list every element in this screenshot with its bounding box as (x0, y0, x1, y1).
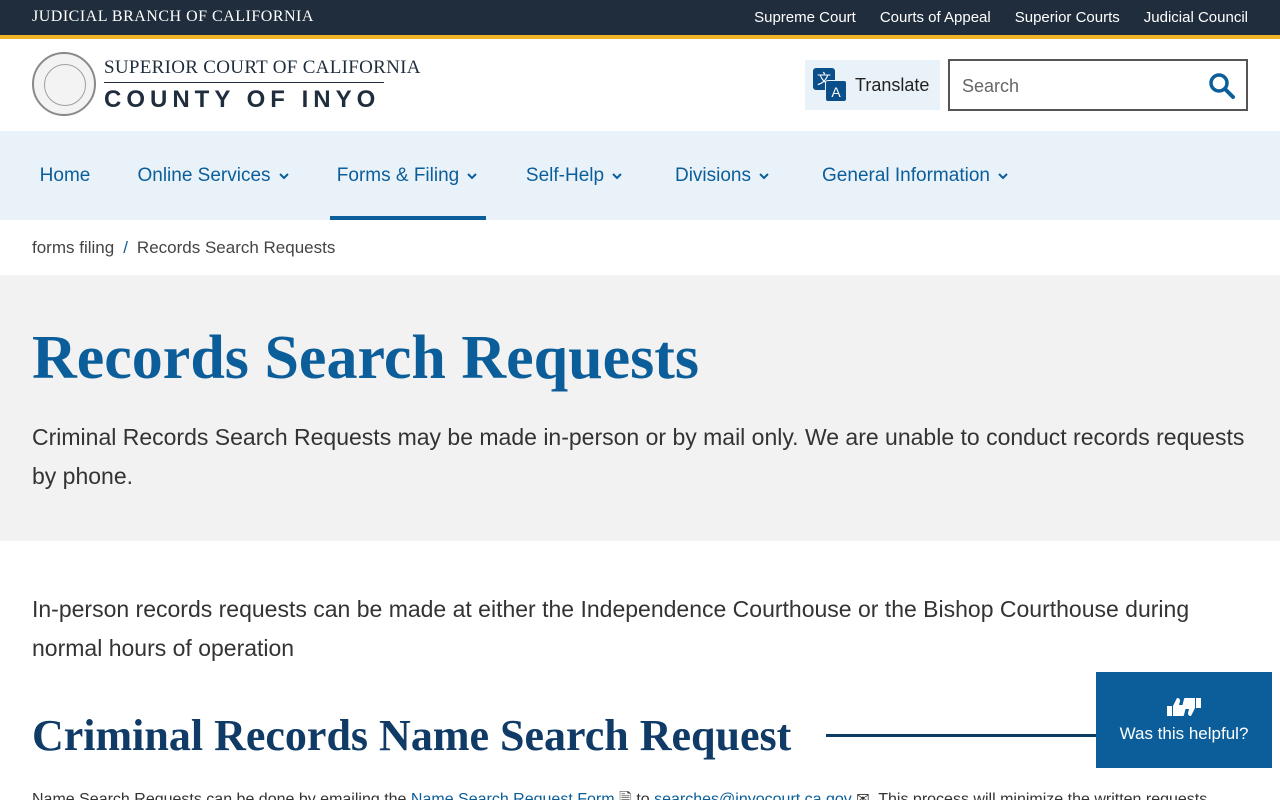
court-name-line2[interactable]: COUNTY OF INYO (104, 86, 380, 114)
breadcrumb-forms-filing[interactable]: forms filing (32, 238, 114, 258)
link-courts-of-appeal[interactable]: Courts of Appeal (880, 9, 991, 26)
page-title: Records Search Requests (32, 324, 700, 392)
translate-button[interactable]: 文 A Translate (805, 60, 940, 110)
section-title: Criminal Records Name Search Request (32, 711, 792, 760)
nav-online-services[interactable]: Online Services (132, 131, 296, 220)
nav-home-label: Home (39, 164, 91, 186)
search-icon (1209, 73, 1235, 99)
court-seal-logo[interactable] (32, 52, 96, 116)
in-person-text: In-person records requests can be made a… (32, 596, 1190, 661)
court-name-line1[interactable]: SUPERIOR COURT OF CALIFORNIA (104, 57, 421, 79)
page-hero (0, 275, 1280, 541)
nav-active-indicator (330, 216, 486, 220)
search-box (948, 59, 1248, 111)
breadcrumb-current: Records Search Requests (136, 238, 336, 257)
breadcrumb: forms filing / Records Search Requests (32, 238, 335, 258)
nav-divisions-label: Divisions (674, 164, 752, 186)
nav-divisions[interactable]: Divisions (667, 131, 779, 220)
link-supreme-court[interactable]: Supreme Court (754, 9, 856, 26)
top-links: Supreme Court Courts of Appeal Superior … (754, 9, 1248, 26)
section-text-end: . This process will minimize the written… (869, 791, 1208, 800)
chevron-down-icon (612, 172, 622, 179)
nav-forms-filing-label: Forms & Filing (336, 164, 460, 186)
section-text-start: Name Search Requests can be done by emai… (32, 791, 407, 800)
link-judicial-council[interactable]: Judicial Council (1144, 9, 1248, 26)
nav-general-information[interactable]: General Information (815, 131, 1017, 220)
chevron-down-icon (278, 172, 289, 179)
email-link[interactable]: searches@inyocourt.ca.gov (654, 791, 852, 800)
link-superior-courts[interactable]: Superior Courts (1015, 9, 1120, 26)
section-paragraph: Name Search Requests can be done by emai… (32, 788, 1242, 800)
nav-self-help[interactable]: Self-Help (518, 131, 632, 220)
court-name-divider (104, 82, 384, 83)
main-navigation: Home Online Services Forms & Filing Self… (0, 131, 1280, 220)
thumbs-up-down-icon (1165, 696, 1203, 718)
name-search-form-link[interactable]: Name Search Request Form (411, 791, 615, 800)
breadcrumb-separator: / (123, 238, 128, 257)
nav-home[interactable]: Home (32, 131, 98, 220)
intro-text: Criminal Records Search Requests may be … (32, 424, 1245, 489)
chevron-down-icon (759, 172, 769, 179)
section-title-rule (826, 734, 1096, 737)
helpful-label: Was this helpful? (1119, 724, 1249, 743)
topbar-accent-stripe (0, 35, 1280, 39)
judicial-branch-label: JUDICIAL BRANCH OF CALIFORNIA (32, 8, 314, 25)
was-this-helpful-button[interactable]: Was this helpful? (1096, 672, 1272, 768)
search-input[interactable] (962, 73, 1202, 99)
nav-online-services-label: Online Services (137, 164, 271, 186)
section-text-mid: to (636, 791, 650, 800)
nav-self-help-label: Self-Help (525, 164, 605, 186)
search-button[interactable] (1208, 72, 1236, 100)
translate-icon: 文 A (813, 68, 847, 102)
chevron-down-icon (467, 172, 477, 179)
translate-label: Translate (855, 74, 930, 95)
document-icon: 🗎 (619, 791, 632, 800)
nav-general-information-label: General Information (822, 164, 990, 186)
chevron-down-icon (998, 172, 1008, 179)
envelope-icon: ✉ (856, 791, 870, 800)
nav-forms-filing[interactable]: Forms & Filing (330, 131, 486, 220)
